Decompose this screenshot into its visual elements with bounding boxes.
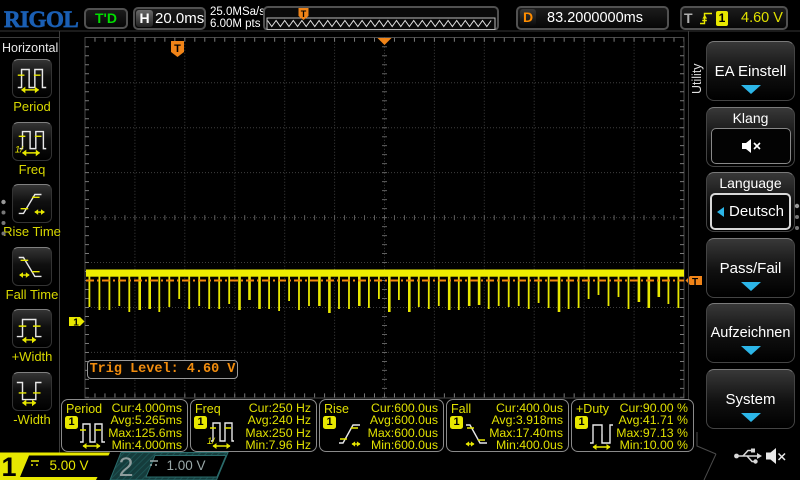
svg-text:1: 1 — [73, 318, 79, 329]
svg-text:5.00 V: 5.00 V — [49, 458, 88, 473]
svg-text:2: 2 — [118, 452, 133, 480]
svg-text:T: T — [174, 43, 181, 55]
svg-text:T: T — [692, 277, 698, 288]
svg-text:1: 1 — [1, 452, 16, 480]
svg-text:1.00 V: 1.00 V — [166, 458, 205, 473]
